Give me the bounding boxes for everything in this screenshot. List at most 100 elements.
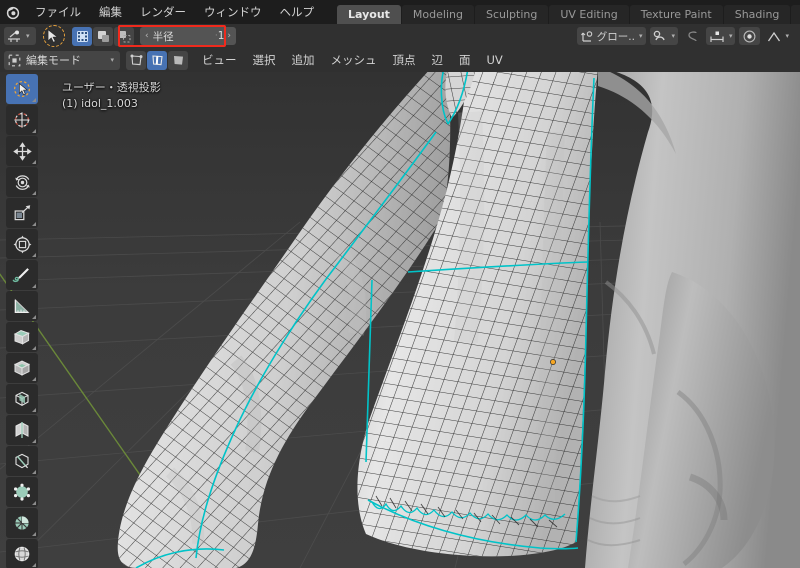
proportional-falloff-preview[interactable] (739, 27, 761, 45)
viewport-header: 編集モード ▾ ビュー 選択 追加 メッシュ 頂点辺面 UV (0, 48, 800, 72)
tool-group-corner-indicator (32, 563, 36, 567)
tool-group-corner-indicator (32, 377, 36, 381)
tool-poly-build[interactable] (6, 477, 38, 507)
select-mode-face-button[interactable] (168, 50, 188, 70)
3d-cursor-icon (12, 110, 32, 130)
tool-inset-faces[interactable] (6, 353, 38, 383)
tool-extrude-region[interactable] (6, 322, 38, 352)
proportional-edit-toggle[interactable] (682, 27, 702, 45)
snap-toggle-button[interactable]: ▾ (650, 27, 678, 45)
tool-knife[interactable] (6, 446, 38, 476)
radius-number-field[interactable]: ‹ 半径 · 1 › (140, 27, 236, 45)
transform-icon (13, 235, 32, 254)
annotate-pencil-icon (12, 265, 32, 285)
radius-value: 1 (217, 30, 225, 42)
menu-face[interactable]: 面 (451, 50, 479, 70)
tool-smooth[interactable] (6, 539, 38, 568)
tool-group-corner-indicator (32, 470, 36, 474)
workspace-tab-texture-paint[interactable]: Texture Paint (629, 5, 723, 24)
tool-annotate[interactable] (6, 260, 38, 290)
tool-move[interactable] (6, 136, 38, 166)
workspace-tabs: Layout Modeling Sculpting UV Editing Texture… (337, 0, 800, 24)
select-mode-vertex-button[interactable] (126, 50, 146, 70)
proportional-falloff-curve[interactable]: ▾ (764, 27, 792, 45)
editor-type-icon[interactable]: ▾ (4, 27, 36, 45)
tool-group-corner-indicator (32, 160, 36, 164)
menu-list: ファイル 編集 レンダー ウィンドウ ヘルプ (26, 0, 323, 24)
menu-window[interactable]: ウィンドウ (195, 0, 271, 24)
viewport-menu-list: ビュー 選択 追加 メッシュ 頂点辺面 UV (194, 50, 511, 70)
menu-mesh[interactable]: メッシュ (323, 50, 385, 70)
poly-build-icon (12, 482, 32, 502)
workspace-tab-layout[interactable]: Layout (337, 5, 401, 24)
transform-orientation-label: グロー.. (596, 30, 635, 43)
workspace-tab-shading[interactable]: Shading (723, 5, 791, 24)
blender-logo-icon[interactable] (0, 0, 26, 24)
tool-group-corner-indicator (32, 129, 36, 133)
3d-viewport[interactable]: ユーザー・透視投影 (1) idol_1.003 (0, 72, 800, 568)
chevron-down-icon: ▾ (785, 32, 789, 40)
workspace-tab-uv-editing[interactable]: UV Editing (549, 5, 629, 24)
menu-file[interactable]: ファイル (26, 0, 90, 24)
select-cursor-icon (13, 80, 31, 98)
falloff-root-icon[interactable] (114, 26, 134, 46)
inset-faces-icon (12, 358, 32, 378)
tool-group-corner-indicator (32, 98, 36, 102)
move-arrows-icon (12, 141, 32, 161)
tool-group-corner-indicator (32, 284, 36, 288)
tool-loop-cut[interactable] (6, 415, 38, 445)
tool-group-corner-indicator (32, 253, 36, 257)
tool-scale[interactable] (6, 198, 38, 228)
workspace-tab-animation[interactable]: Animation (791, 5, 800, 24)
menu-edge[interactable]: 辺 (424, 50, 452, 70)
menu-view[interactable]: ビュー (194, 50, 245, 70)
chevron-down-icon: ▾ (26, 32, 30, 40)
workspace-tab-sculpting[interactable]: Sculpting (474, 5, 549, 24)
interaction-mode-label: 編集モード (26, 54, 81, 67)
chevron-down-icon: ▾ (671, 32, 675, 40)
falloff-sharp-icon[interactable] (72, 26, 92, 46)
falloff-button-group (72, 26, 134, 46)
top-menu-bar: ファイル 編集 レンダー ウィンドウ ヘルプ Layout Modeling Sculpti… (0, 0, 800, 24)
tool-group-corner-indicator (32, 439, 36, 443)
tool-tweak-select[interactable] (6, 74, 38, 104)
menu-help[interactable]: ヘルプ (271, 0, 324, 24)
tool-group-corner-indicator (32, 191, 36, 195)
loop-cut-icon (12, 420, 32, 440)
chevron-down-icon: ▾ (110, 56, 114, 64)
menu-select[interactable]: 選択 (245, 50, 284, 70)
tool-cursor[interactable] (6, 105, 38, 135)
radius-label: 半径 (152, 30, 174, 43)
menu-render[interactable]: レンダー (131, 0, 195, 24)
tool-settings-bar: ▾ ‹ 半径 · 1 › グロー.. ▾ ▾ ▾ ▾ (0, 24, 800, 48)
radius-increment-arrow[interactable]: › (227, 31, 231, 41)
tool-group-corner-indicator (32, 222, 36, 226)
menu-uv[interactable]: UV (479, 50, 511, 70)
transform-orientation-dropdown[interactable]: グロー.. ▾ (576, 27, 647, 45)
tool-rotate[interactable] (6, 167, 38, 197)
knife-icon (12, 451, 32, 471)
viewport-canvas[interactable] (0, 72, 800, 568)
menu-edit[interactable]: 編集 (90, 0, 131, 24)
tool-spin[interactable] (6, 508, 38, 538)
menu-add[interactable]: 追加 (284, 50, 323, 70)
workspace-tab-modeling[interactable]: Modeling (401, 5, 474, 24)
menu-vertex[interactable]: 頂点 (385, 50, 424, 70)
select-mode-group (126, 50, 188, 70)
tool-group-corner-indicator (32, 501, 36, 505)
interaction-mode-dropdown[interactable]: 編集モード ▾ (4, 50, 120, 70)
tool-group-corner-indicator (32, 408, 36, 412)
chevron-down-icon: ▾ (638, 32, 643, 40)
bevel-icon (12, 389, 32, 409)
tool-measure[interactable] (6, 291, 38, 321)
select-mode-edge-button[interactable] (147, 50, 167, 70)
spin-icon (12, 513, 32, 533)
edit-mode-icon (8, 54, 21, 66)
tool-bevel[interactable] (6, 384, 38, 414)
tool-transform[interactable] (6, 229, 38, 259)
falloff-smooth-icon[interactable] (93, 26, 113, 46)
snap-increment-button[interactable]: ▾ (705, 27, 736, 45)
rotate-icon (13, 173, 32, 192)
blender-window: ファイル 編集 レンダー ウィンドウ ヘルプ Layout Modeling Sculpti… (0, 0, 800, 568)
active-tool-highlight[interactable] (40, 25, 66, 47)
